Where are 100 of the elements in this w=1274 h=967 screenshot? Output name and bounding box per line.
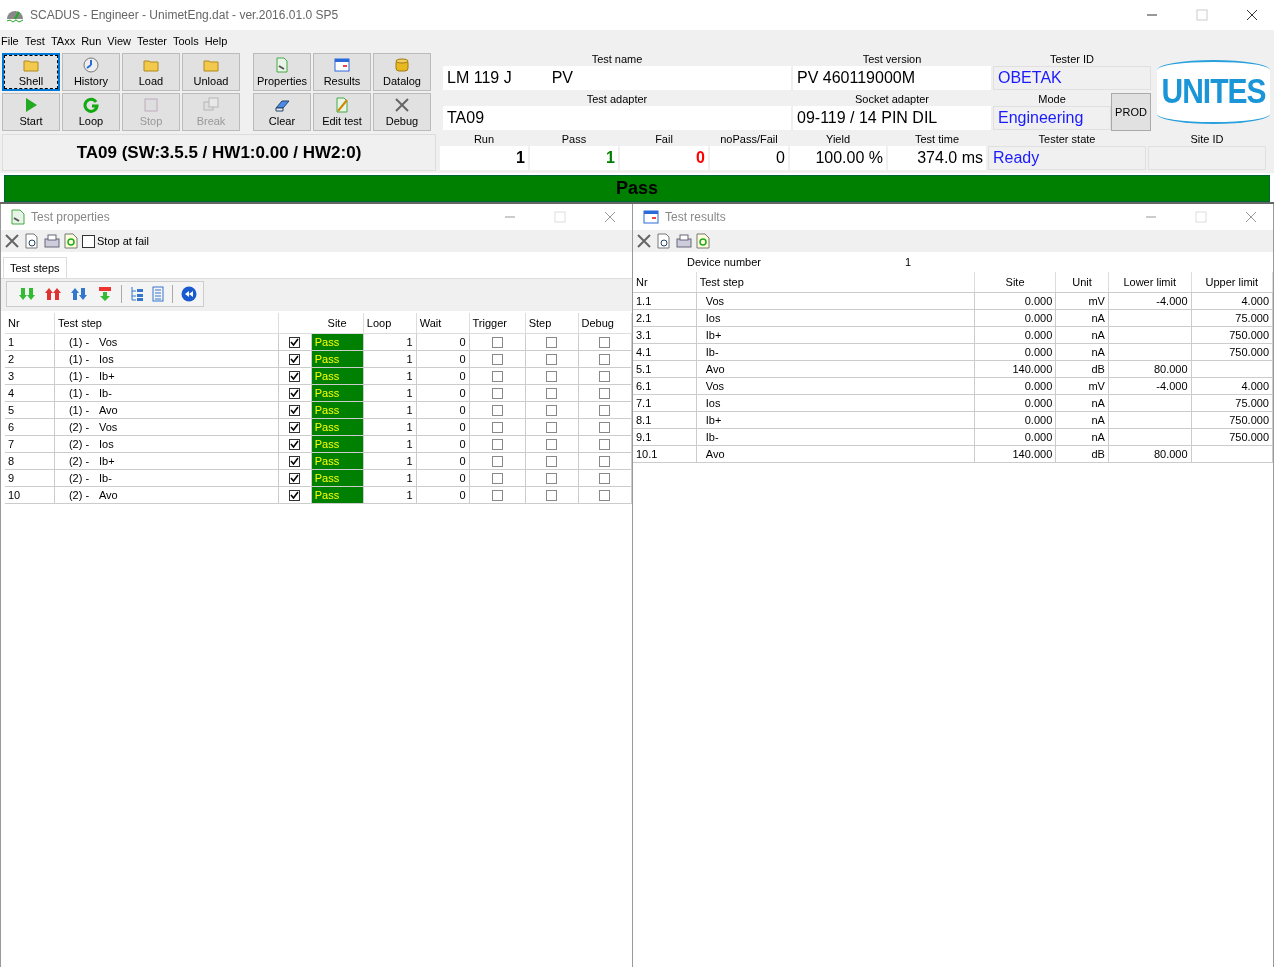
- trigger-checkbox[interactable]: [491, 405, 503, 417]
- tree-icon[interactable]: [130, 286, 144, 302]
- firmware-label: TA09 (SW:3.5.5 / HW1:0.00 / HW2:0): [2, 134, 436, 171]
- refresh-icon[interactable]: [696, 233, 710, 249]
- tab[interactable]: Test steps: [3, 257, 67, 278]
- table-cell: dB: [1091, 363, 1105, 375]
- fail-arrow-icon[interactable]: [97, 287, 113, 301]
- step-checkbox[interactable]: [546, 354, 558, 366]
- table-cell: Ios: [705, 397, 721, 409]
- back-icon[interactable]: [181, 286, 197, 302]
- trigger-checkbox[interactable]: [491, 422, 503, 434]
- step-checkbox[interactable]: [546, 371, 558, 383]
- step-checkbox[interactable]: [546, 388, 558, 400]
- menu-item[interactable]: Tools: [172, 35, 204, 47]
- menu-item[interactable]: View: [106, 35, 136, 47]
- arrows-up-icon[interactable]: [45, 287, 63, 301]
- menu-item[interactable]: Tester: [136, 35, 172, 47]
- toolbar-button[interactable]: History: [62, 53, 120, 91]
- table-cell: 0: [416, 333, 470, 351]
- debug-checkbox[interactable]: [599, 490, 611, 502]
- column-header: Test step: [696, 272, 975, 293]
- table-cell: 0.000: [1024, 414, 1053, 426]
- table-cell: 7: [5, 435, 55, 453]
- refresh-icon[interactable]: [64, 233, 78, 249]
- test-name-field: LM 119 J PV: [443, 66, 791, 90]
- result-banner: Pass: [4, 175, 1270, 202]
- trigger-checkbox[interactable]: [491, 337, 503, 349]
- toolbar-button[interactable]: Unload: [182, 53, 240, 91]
- toolbar-button[interactable]: Datalog: [373, 53, 431, 91]
- toolbar-button[interactable]: Start: [2, 93, 60, 131]
- step-checkbox[interactable]: [546, 337, 558, 349]
- menu-item[interactable]: Help: [203, 35, 233, 47]
- menu-item[interactable]: Run: [80, 35, 107, 47]
- enabled-checkbox[interactable]: [289, 371, 301, 383]
- device-number-value: 1: [905, 256, 912, 268]
- toolbar-button[interactable]: Edit test: [313, 93, 371, 131]
- toolbar-button[interactable]: Loop: [62, 93, 120, 131]
- debug-checkbox[interactable]: [599, 337, 611, 349]
- menu-item[interactable]: File: [0, 35, 24, 47]
- prod-button[interactable]: PROD: [1111, 93, 1151, 131]
- debug-checkbox[interactable]: [599, 388, 611, 400]
- menu-item[interactable]: TAxx: [49, 35, 81, 47]
- debug-checkbox[interactable]: [599, 473, 611, 485]
- folder-icon: [203, 57, 219, 73]
- enabled-checkbox[interactable]: [289, 490, 301, 502]
- enabled-checkbox[interactable]: [289, 473, 301, 485]
- toolbar-button[interactable]: Properties: [253, 53, 311, 91]
- printer-icon[interactable]: [44, 233, 60, 249]
- table-cell: Avo: [705, 448, 725, 460]
- enabled-checkbox[interactable]: [289, 405, 301, 417]
- debug-checkbox[interactable]: [599, 405, 611, 417]
- toolbar-button[interactable]: Shell: [2, 53, 60, 91]
- step-checkbox[interactable]: [546, 473, 558, 485]
- close-icon[interactable]: [1246, 9, 1258, 21]
- table-cell: mV: [1088, 295, 1105, 307]
- list-icon[interactable]: [152, 286, 164, 302]
- table-cell: 2: [5, 350, 55, 368]
- debug-checkbox[interactable]: [599, 354, 611, 366]
- play-icon: [23, 97, 39, 113]
- field-label: Mode: [1037, 92, 1067, 106]
- arrows-up-down-icon[interactable]: [71, 287, 89, 301]
- trigger-checkbox[interactable]: [491, 456, 503, 468]
- debug-checkbox[interactable]: [599, 422, 611, 434]
- toolbar-button[interactable]: Debug: [373, 93, 431, 131]
- debug-checkbox[interactable]: [599, 439, 611, 451]
- table-cell: 0: [416, 350, 470, 368]
- table-cell: 0.000: [1024, 312, 1053, 324]
- step-checkbox[interactable]: [546, 456, 558, 468]
- menu-item[interactable]: Test: [23, 35, 50, 47]
- toolbar-button[interactable]: Results: [313, 53, 371, 91]
- print-preview-icon[interactable]: [24, 233, 40, 249]
- counter-label: Yield: [824, 132, 852, 146]
- enabled-checkbox[interactable]: [289, 439, 301, 451]
- table-cell: 1: [363, 401, 417, 419]
- table-cell: 1: [363, 418, 417, 436]
- printer-icon[interactable]: [676, 233, 692, 249]
- step-checkbox[interactable]: [546, 490, 558, 502]
- trigger-checkbox[interactable]: [491, 354, 503, 366]
- toolbar-button[interactable]: Clear: [253, 93, 311, 131]
- debug-checkbox[interactable]: [599, 456, 611, 468]
- trigger-checkbox[interactable]: [491, 473, 503, 485]
- trigger-checkbox[interactable]: [491, 371, 503, 383]
- trigger-checkbox[interactable]: [491, 439, 503, 451]
- toolbar-button[interactable]: Load: [122, 53, 180, 91]
- step-checkbox[interactable]: [546, 439, 558, 451]
- stop-at-fail-checkbox[interactable]: Stop at fail: [82, 234, 149, 248]
- print-preview-icon[interactable]: [656, 233, 672, 249]
- table-cell: 10.1: [636, 448, 658, 460]
- trigger-checkbox[interactable]: [491, 388, 503, 400]
- step-checkbox[interactable]: [546, 405, 558, 417]
- enabled-checkbox[interactable]: [289, 456, 301, 468]
- arrows-down-icon[interactable]: [19, 287, 37, 301]
- enabled-checkbox[interactable]: [289, 337, 301, 349]
- enabled-checkbox[interactable]: [289, 354, 301, 366]
- trigger-checkbox[interactable]: [491, 490, 503, 502]
- enabled-checkbox[interactable]: [289, 388, 301, 400]
- enabled-checkbox[interactable]: [289, 422, 301, 434]
- device-number-label: Device number: [687, 256, 762, 268]
- debug-checkbox[interactable]: [599, 371, 611, 383]
- step-checkbox[interactable]: [546, 422, 558, 434]
